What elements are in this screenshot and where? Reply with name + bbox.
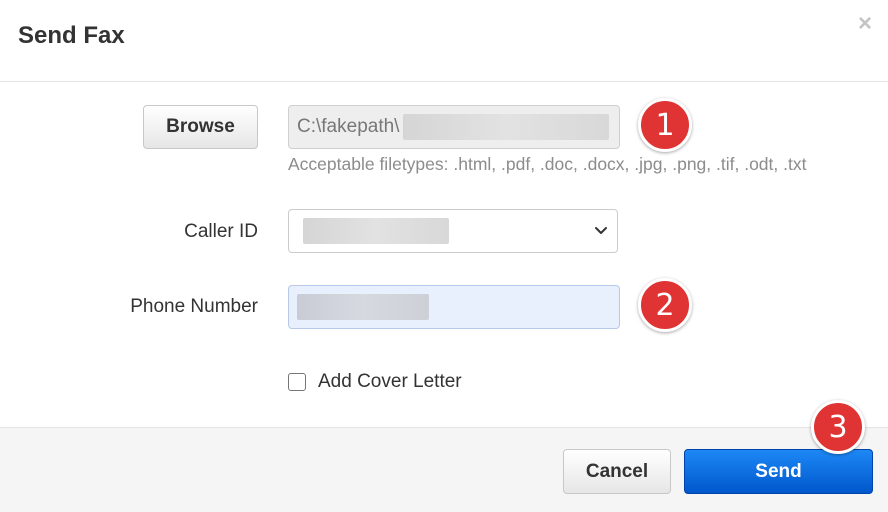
redacted-filename	[403, 114, 610, 140]
caller-id-label: Caller ID	[184, 221, 258, 242]
file-path-field[interactable]: C:\fakepath\	[288, 105, 620, 149]
phone-number-input[interactable]	[288, 285, 620, 329]
cover-letter-checkbox[interactable]	[288, 373, 306, 391]
file-path-prefix: C:\fakepath\	[297, 116, 400, 137]
browse-button[interactable]: Browse	[143, 105, 258, 149]
phone-number-label: Phone Number	[130, 296, 258, 317]
step-marker-1: 1	[638, 98, 692, 152]
send-button[interactable]: Send	[684, 449, 873, 494]
step-marker-2: 2	[638, 278, 692, 332]
step-marker-3: 3	[811, 400, 865, 454]
filetype-help-text: Acceptable filetypes: .html, .pdf, .doc,…	[288, 154, 807, 174]
close-icon[interactable]: ×	[858, 12, 872, 36]
redacted-phone-number	[297, 294, 429, 320]
dialog-header: Send Fax ×	[0, 0, 888, 82]
caller-id-select[interactable]	[288, 209, 618, 253]
cover-letter-label[interactable]: Add Cover Letter	[318, 371, 462, 393]
redacted-caller-id	[303, 218, 449, 244]
dialog-title: Send Fax	[18, 22, 125, 49]
send-fax-dialog: Send Fax × Browse C:\fakepath\ Acceptabl…	[0, 0, 888, 512]
chevron-down-icon	[595, 227, 607, 234]
cancel-button[interactable]: Cancel	[563, 449, 671, 494]
